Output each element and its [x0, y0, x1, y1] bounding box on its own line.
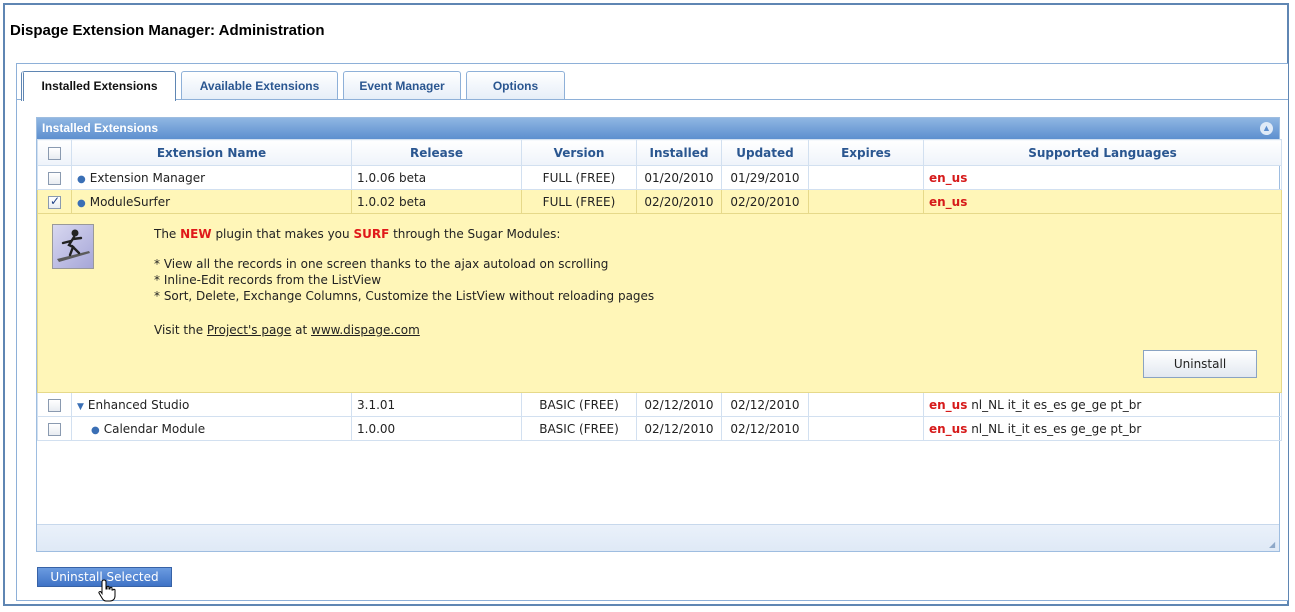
extension-name: ModuleSurfer [89, 194, 171, 209]
updated-cell: 02/20/2010 [721, 189, 809, 214]
header-row: Extension Name Release Version Installed… [37, 139, 1282, 166]
col-installed[interactable]: Installed [636, 139, 722, 166]
project-page-link[interactable]: Project's page [207, 323, 291, 337]
uninstall-button[interactable]: Uninstall [1143, 350, 1257, 378]
updated-cell: 02/12/2010 [721, 416, 809, 441]
surfer-icon [57, 229, 90, 262]
extension-description: The NEW plugin that makes you SURF throu… [154, 226, 654, 338]
collapse-icon[interactable]: ▲ [1260, 122, 1273, 135]
feature-bullet: * Inline-Edit records from the ListView [154, 273, 382, 287]
col-version[interactable]: Version [521, 139, 637, 166]
tab-available-extensions[interactable]: Available Extensions [181, 71, 338, 99]
name-cell: ● ModuleSurfer [71, 189, 352, 214]
languages-cell: en_us [923, 165, 1282, 190]
row-checkbox[interactable] [48, 171, 61, 185]
installed-cell: 02/12/2010 [636, 416, 722, 441]
row-checkbox-cell [37, 165, 72, 190]
col-supported-languages[interactable]: Supported Languages [923, 139, 1282, 166]
col-updated[interactable]: Updated [721, 139, 809, 166]
lang-main: en_us [929, 421, 968, 436]
expires-cell [808, 416, 924, 441]
visit-line: Visit the Project's page at www.dispage.… [154, 323, 420, 337]
installed-extensions-grid: Installed Extensions ▲ Extension Name Re… [36, 117, 1282, 552]
expires-cell [808, 165, 924, 190]
tab-installed-extensions[interactable]: Installed Extensions [21, 71, 176, 101]
languages-cell: en_us [923, 189, 1282, 214]
installed-cell: 02/12/2010 [636, 392, 722, 417]
row-checkbox[interactable] [48, 422, 61, 436]
languages-cell: en_us nl_NL it_it es_es ge_ge pt_br [923, 416, 1282, 441]
lang-other: nl_NL it_it es_es ge_ge pt_br [971, 397, 1142, 412]
table-row[interactable]: ● Extension Manager 1.0.06 beta FULL (FRE… [37, 165, 1282, 190]
extension-name: Calendar Module [103, 421, 206, 436]
release-cell: 3.1.01 [351, 392, 522, 417]
website-link[interactable]: www.dispage.com [311, 323, 420, 337]
row-checkbox-cell [37, 416, 72, 441]
installed-cell: 01/20/2010 [636, 165, 722, 190]
surfer-plugin-icon [52, 224, 94, 269]
lang-other: nl_NL it_it es_es ge_ge pt_br [971, 421, 1142, 436]
release-cell: 1.0.06 beta [351, 165, 522, 190]
col-release[interactable]: Release [351, 139, 522, 166]
updated-cell: 01/29/2010 [721, 165, 809, 190]
tab-event-manager[interactable]: Event Manager [343, 71, 461, 99]
select-all-cell [37, 139, 72, 166]
expires-cell [808, 392, 924, 417]
page-title: Dispage Extension Manager: Administratio… [10, 22, 325, 39]
lang-main: en_us [929, 170, 968, 185]
hand-cursor-icon [98, 579, 116, 602]
updated-cell: 02/12/2010 [721, 392, 809, 417]
row-checkbox[interactable] [48, 194, 61, 209]
feature-bullet: * Sort, Delete, Exchange Columns, Custom… [154, 289, 655, 303]
resize-grip-icon[interactable]: ◢ [1269, 541, 1277, 549]
name-cell: ▼ Enhanced Studio [71, 392, 352, 417]
bullet-icon: ● [77, 173, 86, 185]
col-expires[interactable]: Expires [808, 139, 924, 166]
row-checkbox[interactable] [48, 398, 61, 412]
detail-row: The NEW plugin that makes you SURF throu… [37, 213, 1282, 393]
feature-bullet: * View all the records in one screen tha… [154, 257, 609, 271]
grid-title-bar: Installed Extensions ▲ [37, 118, 1279, 139]
lang-main: en_us [929, 194, 968, 209]
detail-cell: The NEW plugin that makes you SURF throu… [37, 213, 1282, 393]
expand-triangle-icon[interactable]: ▼ [77, 402, 84, 412]
release-cell: 1.0.02 beta [351, 189, 522, 214]
release-cell: 1.0.00 [351, 416, 522, 441]
table-row[interactable]: ▼ Enhanced Studio 3.1.01 BASIC (FREE) 02/… [37, 392, 1282, 417]
version-cell: BASIC (FREE) [521, 392, 637, 417]
extensions-table: Extension Name Release Version Installed… [37, 139, 1282, 441]
tab-divider [16, 99, 1288, 100]
lang-main: en_us [929, 397, 968, 412]
tab-options[interactable]: Options [466, 71, 565, 99]
name-cell: ● Calendar Module [71, 416, 352, 441]
bullet-icon: ● [77, 197, 86, 209]
select-all-checkbox[interactable] [48, 146, 61, 160]
bullet-icon: ● [91, 424, 100, 436]
table-row[interactable]: ● Calendar Module 1.0.00 BASIC (FREE) 02/… [37, 416, 1282, 441]
extension-detail-panel: The NEW plugin that makes you SURF throu… [39, 215, 1281, 392]
grid-title: Installed Extensions [42, 121, 159, 135]
description-intro: The NEW plugin that makes you SURF throu… [154, 227, 561, 241]
version-cell: FULL (FREE) [521, 165, 637, 190]
row-checkbox-cell [37, 392, 72, 417]
extension-name: Enhanced Studio [87, 397, 190, 412]
version-cell: BASIC (FREE) [521, 416, 637, 441]
version-cell: FULL (FREE) [521, 189, 637, 214]
name-cell: ● Extension Manager [71, 165, 352, 190]
table-row[interactable]: ●ModuleSurfer 1.0.02 beta FULL (FREE) 02… [37, 189, 1282, 214]
row-checkbox-cell [37, 189, 72, 214]
expires-cell [808, 189, 924, 214]
col-extension-name[interactable]: Extension Name [71, 139, 352, 166]
languages-cell: en_us nl_NL it_it es_es ge_ge pt_br [923, 392, 1282, 417]
installed-cell: 02/20/2010 [636, 189, 722, 214]
grid-footer: ◢ [37, 524, 1279, 551]
extension-name: Extension Manager [89, 170, 206, 185]
